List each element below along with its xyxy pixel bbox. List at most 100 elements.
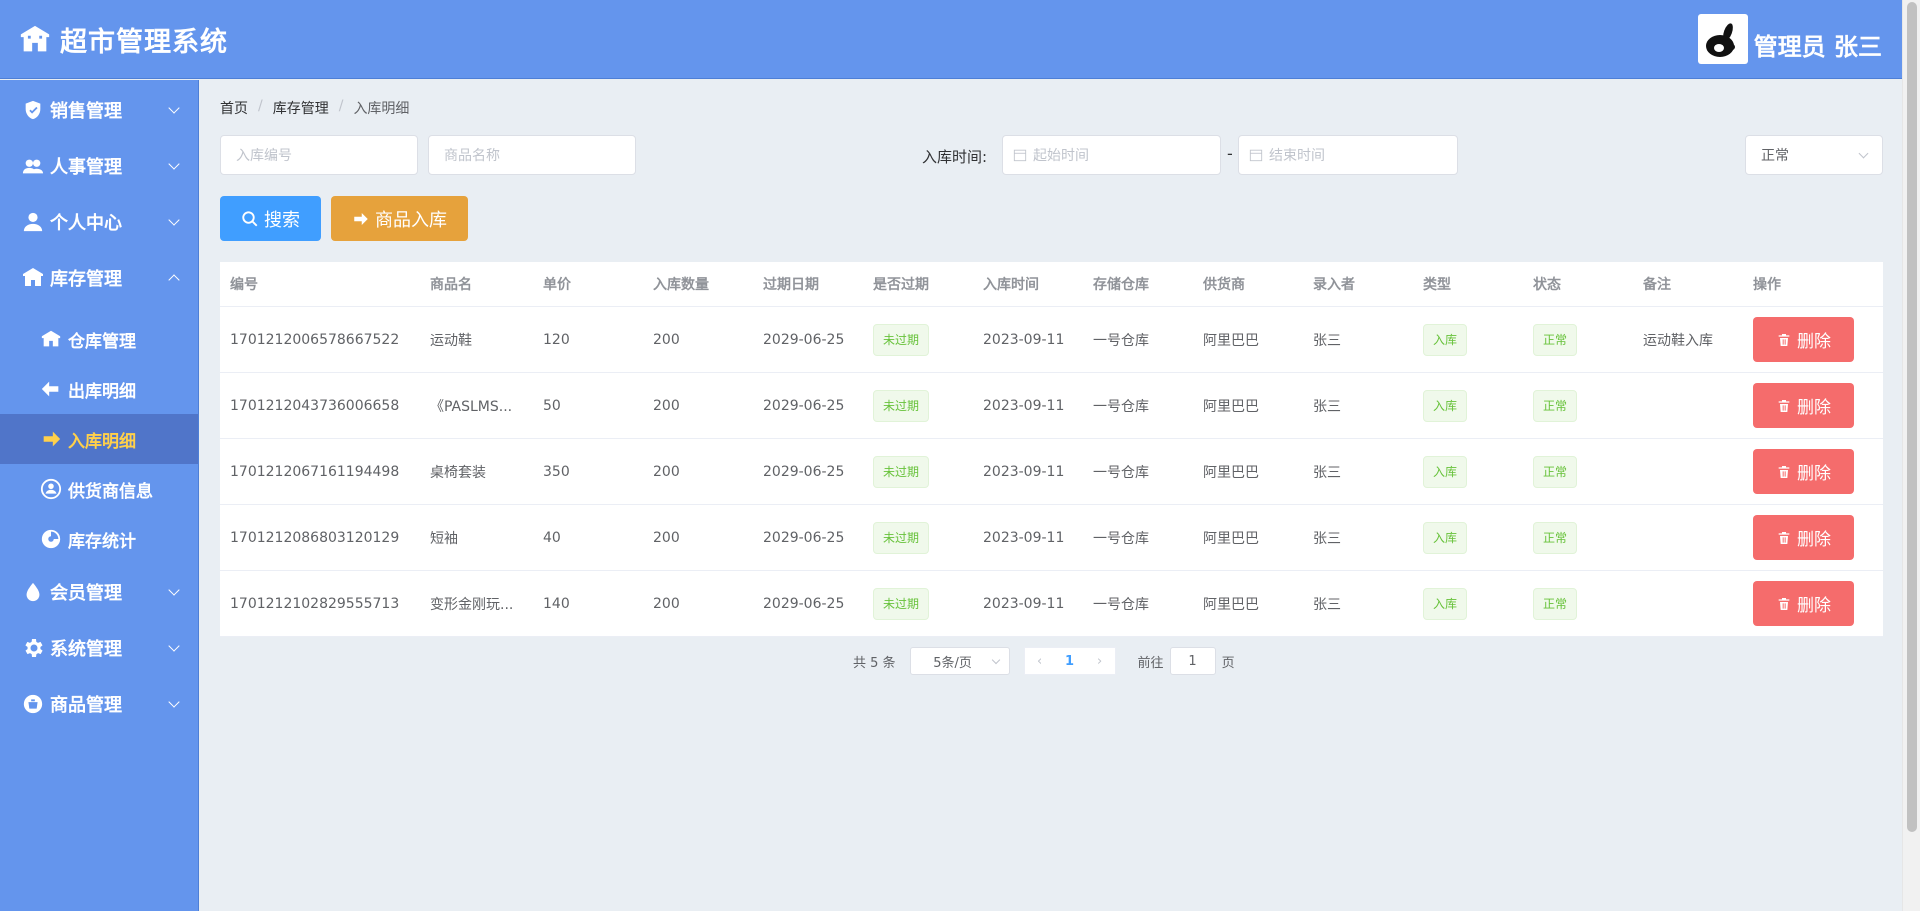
sidebar-item-label: 销售管理 [50, 101, 122, 122]
table-cell: 140 [543, 595, 570, 612]
delete-button[interactable]: 删除 [1753, 515, 1854, 560]
sidebar-item-stats[interactable]: 库存统计 [0, 514, 198, 564]
status-badge: 正常 [1533, 389, 1578, 422]
table-cell: 1701212006578667522 [230, 331, 400, 348]
delete-button-label: 删除 [1797, 332, 1831, 352]
sidebar-item-warehouse[interactable]: 仓库管理 [0, 314, 198, 364]
table-cell: 正常 [1523, 455, 1633, 488]
table-cell: 阿里巴巴 [1203, 464, 1259, 481]
table-cell: 入库 [1413, 323, 1523, 356]
delete-button[interactable]: 删除 [1753, 383, 1854, 428]
app-logo[interactable]: 超市管理系统 [18, 20, 228, 59]
table-cell: 正常 [1523, 389, 1633, 422]
avatar[interactable] [1697, 14, 1748, 64]
page-number[interactable]: 1 [1055, 647, 1085, 675]
table-cell: 正常 [1523, 521, 1633, 554]
sidebar-item-label: 仓库管理 [68, 331, 136, 352]
chevron-down-icon [168, 640, 180, 652]
search-button[interactable]: 搜索 [220, 196, 321, 241]
prev-page-button[interactable]: ‹ [1025, 647, 1055, 675]
column-header: 操作 [1753, 277, 1781, 293]
store-icon [20, 25, 50, 51]
table-cell: 运动鞋 [430, 332, 472, 349]
trash-icon [1778, 399, 1790, 412]
status-badge: 未过期 [873, 323, 930, 356]
table-cell: 一号仓库 [1093, 596, 1149, 613]
page-suffix: 页 [1221, 655, 1235, 671]
sidebar-item-inventory[interactable]: 库存管理 [0, 250, 198, 306]
column-header: 是否过期 [873, 277, 929, 293]
goto-label: 前往 [1137, 655, 1164, 671]
shield-icon [20, 97, 46, 123]
table-cell: 短袖 [430, 530, 458, 547]
status-badge: 未过期 [873, 455, 930, 488]
delete-button[interactable]: 删除 [1753, 317, 1854, 362]
table-cell: 变形金刚玩... [430, 596, 514, 613]
status-select[interactable]: 正常 [1745, 135, 1883, 175]
gear-icon [20, 635, 46, 661]
sidebar-item-label: 库存统计 [68, 531, 136, 552]
delete-button[interactable]: 删除 [1753, 449, 1854, 494]
date-range-separator: - [1227, 144, 1233, 163]
table-body: 1701212006578667522 运动鞋 120 200 2029-06-25 未过… [220, 307, 1883, 637]
sidebar-item-label: 个人中心 [50, 213, 122, 234]
scrollbar-thumb[interactable] [1907, 2, 1917, 832]
sidebar-item-sales[interactable]: 销售管理 [0, 82, 198, 138]
delete-button-label: 删除 [1797, 530, 1831, 550]
stock-in-button[interactable]: 商品入库 [331, 196, 468, 241]
user-info[interactable]: 管理员 张三 [1697, 14, 1882, 64]
table-cell: 350 [543, 463, 570, 480]
sidebar-item-outbound[interactable]: 出库明细 [0, 364, 198, 414]
stock-no-input[interactable]: 入库编号 [220, 135, 418, 175]
sidebar-item-goods[interactable]: 商品管理 [0, 676, 198, 732]
status-badge: 正常 [1533, 323, 1578, 356]
page-size-select[interactable]: 5条/页 [909, 647, 1010, 675]
main-content: 首页 / 库存管理 / 入库明细 入库编号 商品名称 入库时间: 起始时间 - … [200, 80, 1902, 911]
sidebar-item-members[interactable]: 会员管理 [0, 564, 198, 620]
goto-page-input[interactable]: 1 [1169, 647, 1216, 675]
stock-time-label: 入库时间: [922, 148, 988, 166]
table-cell: 一号仓库 [1093, 398, 1149, 415]
table-cell: 删除 [1743, 317, 1873, 362]
table-cell: 一号仓库 [1093, 530, 1149, 547]
table-cell: 2023-09-11 [983, 331, 1065, 348]
goto-page-value: 1 [1188, 653, 1197, 669]
end-time-input[interactable]: 结束时间 [1238, 135, 1458, 175]
chevron-down-icon [168, 102, 180, 114]
status-badge: 入库 [1423, 455, 1468, 488]
stock-no-placeholder: 入库编号 [236, 148, 292, 164]
stock-in-table: 编号 商品名 单价 入库数量 过期日期 是否过期 入库时间 存储仓库 供货商 录… [220, 262, 1883, 637]
sidebar-item-label: 人事管理 [50, 157, 122, 178]
pagination-pager: ‹ 1 › [1023, 647, 1116, 675]
sidebar-item-supplier[interactable]: 供货商信息 [0, 464, 198, 514]
product-name-input[interactable]: 商品名称 [428, 135, 636, 175]
sidebar-item-inbound[interactable]: 入库明细 [0, 414, 198, 464]
breadcrumb-inventory[interactable]: 库存管理 [273, 98, 329, 118]
status-badge: 入库 [1423, 587, 1468, 620]
status-badge: 正常 [1533, 521, 1578, 554]
sidebar-item-system[interactable]: 系统管理 [0, 620, 198, 676]
breadcrumb-home[interactable]: 首页 [220, 98, 248, 118]
status-badge: 未过期 [873, 587, 930, 620]
table-cell: 删除 [1743, 449, 1873, 494]
table-cell: 1701212043736006658 [230, 397, 400, 414]
delete-button[interactable]: 删除 [1753, 581, 1854, 626]
table-cell: 张三 [1313, 398, 1341, 415]
next-page-button[interactable]: › [1085, 647, 1115, 675]
table-cell: 《PASLMS... [430, 398, 513, 415]
table-cell: 删除 [1743, 581, 1873, 626]
sidebar-item-profile[interactable]: 个人中心 [0, 194, 198, 250]
table-cell: 2023-09-11 [983, 595, 1065, 612]
breadcrumb-separator: / [258, 98, 263, 114]
page-scrollbar[interactable] [1902, 0, 1920, 911]
sidebar-item-label: 出库明细 [68, 381, 136, 402]
pagination: 共 5 条 5条/页 ‹ 1 › 前往 1 页 [853, 647, 1235, 675]
start-time-input[interactable]: 起始时间 [1002, 135, 1221, 175]
status-badge: 未过期 [873, 389, 930, 422]
inbound-icon [38, 426, 64, 452]
breadcrumb-separator: / [338, 98, 344, 114]
table-cell: 阿里巴巴 [1203, 530, 1259, 547]
breadcrumb: 首页 / 库存管理 / 入库明细 [220, 98, 409, 118]
sidebar-item-hr[interactable]: 人事管理 [0, 138, 198, 194]
search-icon [242, 210, 258, 226]
